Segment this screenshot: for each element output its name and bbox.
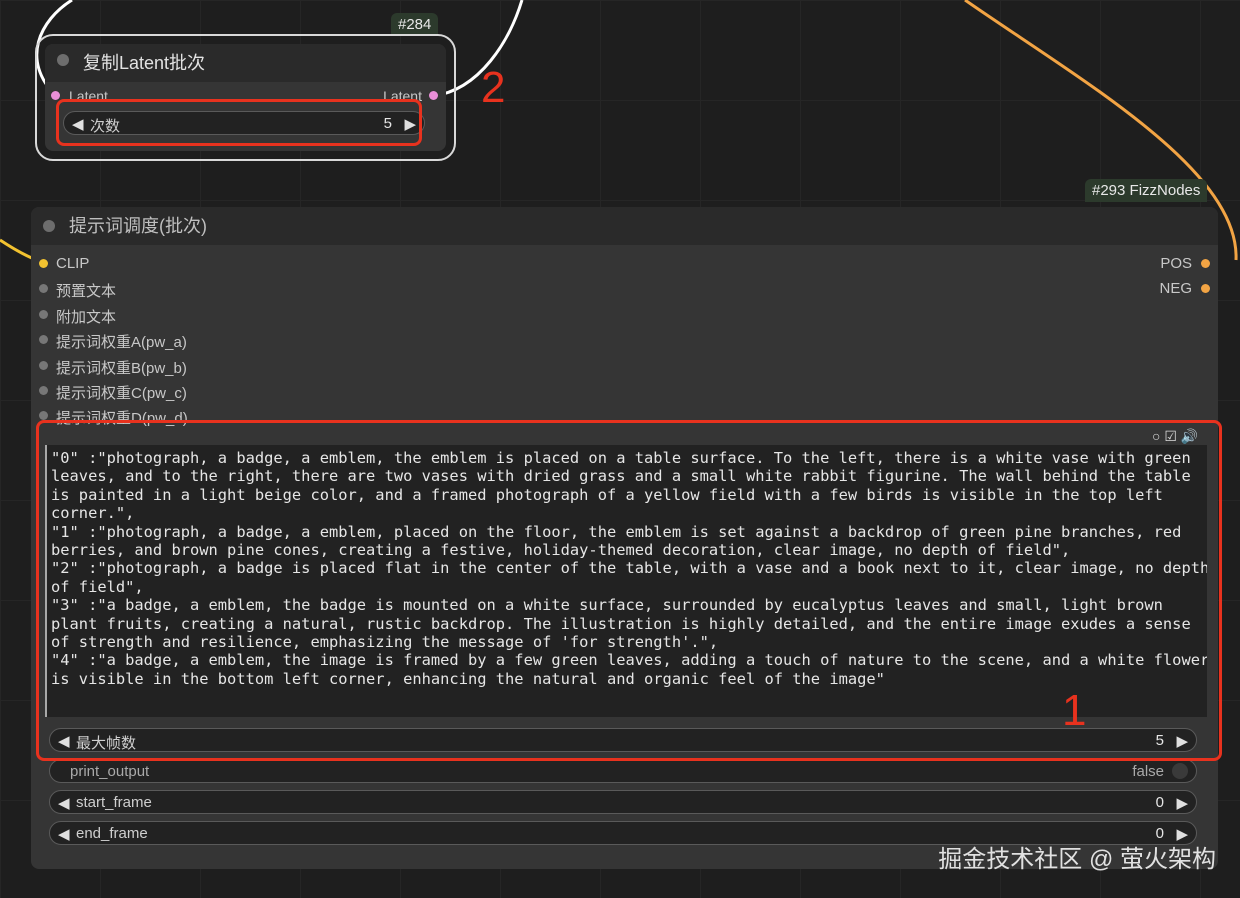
input-pin[interactable] bbox=[39, 335, 48, 344]
watermark: 掘金技术社区 @ 萤火架构 bbox=[938, 846, 1216, 873]
highlight-box-prompts bbox=[36, 420, 1222, 761]
latent-output-pin[interactable] bbox=[429, 91, 438, 100]
input-pin[interactable] bbox=[39, 284, 48, 293]
collapse-dot[interactable] bbox=[43, 220, 55, 232]
input-slot-label: 预置文本 bbox=[56, 283, 117, 300]
print-output-label: print_output bbox=[70, 763, 150, 780]
latent-input-pin[interactable] bbox=[51, 91, 60, 100]
input-pin[interactable] bbox=[39, 310, 48, 319]
start-frame-value: 0 bbox=[1155, 794, 1164, 811]
input-pin[interactable] bbox=[39, 361, 48, 370]
output-slot-label: NEG bbox=[1159, 280, 1192, 297]
output-slot-label: POS bbox=[1160, 255, 1192, 272]
highlight-box-count bbox=[56, 99, 422, 146]
start-frame-widget[interactable]: ◀ start_frame 0 ▶ bbox=[49, 790, 1197, 814]
input-pin[interactable] bbox=[39, 411, 48, 420]
annotation-1: 1 bbox=[1062, 686, 1087, 735]
input-slot-label: 提示词权重C(pw_c) bbox=[56, 385, 187, 402]
annotation-2: 2 bbox=[481, 63, 506, 112]
input-slot-label: 提示词权重B(pw_b) bbox=[56, 360, 187, 377]
toggle-knob-icon[interactable] bbox=[1172, 763, 1188, 779]
increment-arrow-icon[interactable]: ▶ bbox=[1176, 794, 1188, 812]
node-title[interactable]: 复制Latent批次 bbox=[45, 44, 446, 82]
node-id-badge: #293 FizzNodes bbox=[1085, 179, 1208, 202]
start-frame-label: start_frame bbox=[76, 794, 152, 811]
node-title[interactable]: 提示词调度(批次) bbox=[31, 207, 1218, 245]
end-frame-label: end_frame bbox=[76, 825, 148, 842]
input-pin[interactable] bbox=[39, 386, 48, 395]
print-output-value: false bbox=[1132, 763, 1164, 780]
decrement-arrow-icon[interactable]: ◀ bbox=[58, 825, 70, 843]
node-id-badge: #284 bbox=[391, 13, 439, 36]
input-slot-label: 提示词权重A(pw_a) bbox=[56, 334, 187, 351]
decrement-arrow-icon[interactable]: ◀ bbox=[58, 794, 70, 812]
collapse-dot[interactable] bbox=[57, 54, 69, 66]
input-slot-label: 附加文本 bbox=[56, 309, 117, 326]
pos-output-pin[interactable] bbox=[1201, 259, 1210, 268]
neg-output-pin[interactable] bbox=[1201, 284, 1210, 293]
clip-input-pin[interactable] bbox=[39, 259, 48, 268]
print-output-toggle[interactable]: print_output false bbox=[49, 759, 1197, 783]
input-slot-label: CLIP bbox=[56, 255, 90, 272]
